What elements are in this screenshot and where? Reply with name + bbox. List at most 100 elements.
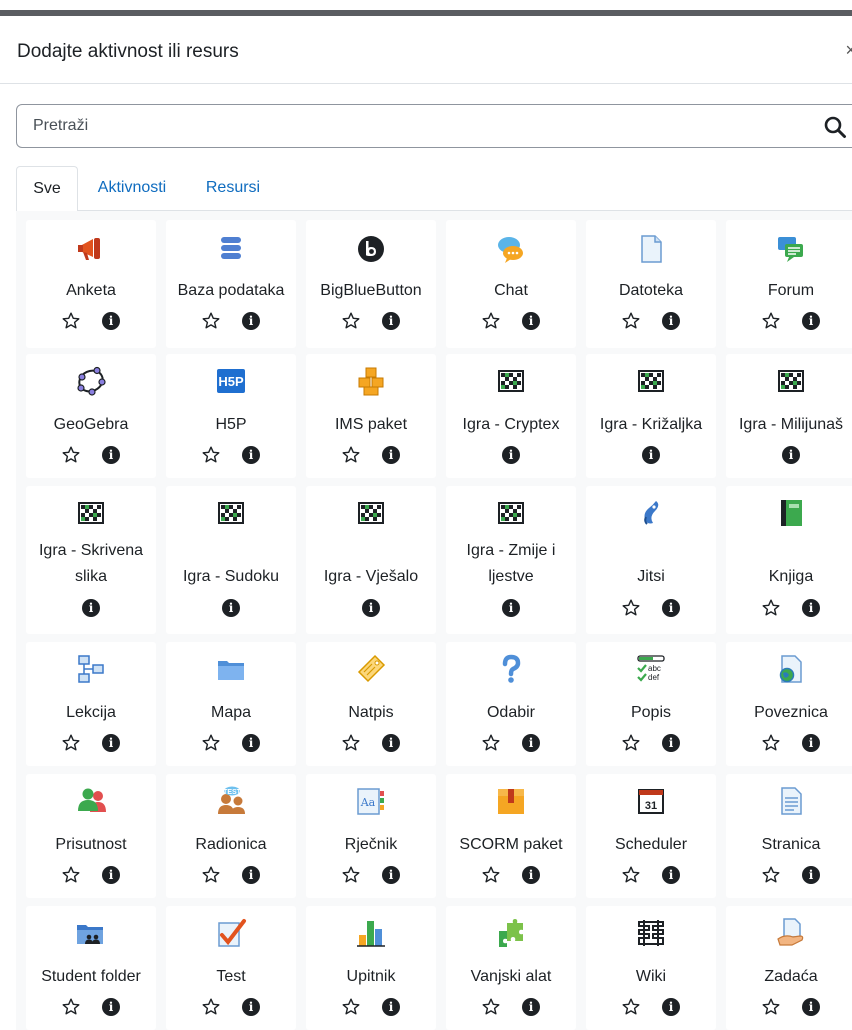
info-icon[interactable]: i [362,599,380,617]
activity-item-upitnik[interactable]: Upitnik i [306,906,436,1030]
info-icon[interactable]: i [102,734,120,752]
info-icon[interactable]: i [102,312,120,330]
activity-item-igra-milijunas[interactable]: Igra - Milijunaš i [726,354,852,478]
star-icon[interactable] [481,733,501,753]
star-icon[interactable] [761,997,781,1017]
activity-item-igra-sudoku[interactable]: Igra - Sudoku i [166,486,296,634]
info-icon[interactable]: i [662,734,680,752]
activity-item-student-folder[interactable]: Student folder i [26,906,156,1030]
info-icon[interactable]: i [662,312,680,330]
info-icon[interactable]: i [522,734,540,752]
star-icon[interactable] [61,311,81,331]
info-icon[interactable]: i [642,446,660,464]
star-icon[interactable] [621,865,641,885]
activity-item-ims-paket[interactable]: IMS paket i [306,354,436,478]
info-icon[interactable]: i [662,866,680,884]
info-icon[interactable]: i [222,599,240,617]
activity-item-igra-cryptex[interactable]: Igra - Cryptex i [446,354,576,478]
info-icon[interactable]: i [802,599,820,617]
info-icon[interactable]: i [242,998,260,1016]
activity-item-test[interactable]: Test i [166,906,296,1030]
activity-item-scheduler[interactable]: 31 Scheduler i [586,774,716,898]
star-icon[interactable] [761,865,781,885]
activity-item-knjiga[interactable]: Knjiga i [726,486,852,634]
info-icon[interactable]: i [242,734,260,752]
star-icon[interactable] [761,733,781,753]
activity-item-baza-podataka[interactable]: Baza podataka i [166,220,296,348]
info-icon[interactable]: i [82,599,100,617]
info-icon[interactable]: i [522,998,540,1016]
star-icon[interactable] [201,865,221,885]
info-icon[interactable]: i [522,312,540,330]
star-icon[interactable] [61,997,81,1017]
star-icon[interactable] [621,311,641,331]
info-icon[interactable]: i [522,866,540,884]
info-icon[interactable]: i [802,312,820,330]
activity-item-bigbluebutton[interactable]: BigBlueButton i [306,220,436,348]
info-icon[interactable]: i [802,866,820,884]
star-icon[interactable] [201,733,221,753]
activity-item-lekcija[interactable]: Lekcija i [26,642,156,766]
activity-item-chat[interactable]: Chat i [446,220,576,348]
info-icon[interactable]: i [102,866,120,884]
activity-item-rjecnik[interactable]: Aa Rječnik i [306,774,436,898]
star-icon[interactable] [61,733,81,753]
activity-item-zadaca[interactable]: Zadaća i [726,906,852,1030]
info-icon[interactable]: i [502,599,520,617]
info-icon[interactable]: i [662,998,680,1016]
star-icon[interactable] [341,997,361,1017]
star-icon[interactable] [201,311,221,331]
activity-item-datoteka[interactable]: Datoteka i [586,220,716,348]
star-icon[interactable] [341,865,361,885]
activity-item-igra-vjesalo[interactable]: Igra - Vješalo i [306,486,436,634]
info-icon[interactable]: i [102,998,120,1016]
close-button[interactable]: × [845,40,852,61]
star-icon[interactable] [481,311,501,331]
activity-item-igra-krizaljka[interactable]: Igra - Križaljka i [586,354,716,478]
activity-item-odabir[interactable]: Odabir i [446,642,576,766]
star-icon[interactable] [341,733,361,753]
activity-item-natpis[interactable]: Natpis i [306,642,436,766]
star-icon[interactable] [341,445,361,465]
activity-item-forum[interactable]: Forum i [726,220,852,348]
star-icon[interactable] [201,997,221,1017]
info-icon[interactable]: i [382,998,400,1016]
info-icon[interactable]: i [382,866,400,884]
star-icon[interactable] [621,733,641,753]
activity-item-igra-skrivena-slika[interactable]: Igra - Skrivena slika i [26,486,156,634]
star-icon[interactable] [341,311,361,331]
info-icon[interactable]: i [242,866,260,884]
activity-item-igra-zmije-i-ljestve[interactable]: Igra - Zmije i ljestve i [446,486,576,634]
activity-item-radionica[interactable]: TEST Radionica i [166,774,296,898]
info-icon[interactable]: i [242,446,260,464]
activity-item-scorm-paket[interactable]: SCORM paket i [446,774,576,898]
info-icon[interactable]: i [662,599,680,617]
activity-item-stranica[interactable]: Stranica i [726,774,852,898]
info-icon[interactable]: i [102,446,120,464]
star-icon[interactable] [481,865,501,885]
activity-item-prisutnost[interactable]: Prisutnost i [26,774,156,898]
star-icon[interactable] [481,997,501,1017]
info-icon[interactable]: i [502,446,520,464]
activity-item-vanjski-alat[interactable]: Vanjski alat i [446,906,576,1030]
activity-item-jitsi[interactable]: Jitsi i [586,486,716,634]
activity-item-wiki[interactable]: Wiki i [586,906,716,1030]
star-icon[interactable] [621,598,641,618]
activity-item-mapa[interactable]: Mapa i [166,642,296,766]
tab-sve[interactable]: Sve [16,166,78,212]
info-icon[interactable]: i [382,446,400,464]
info-icon[interactable]: i [782,446,800,464]
search-input[interactable] [33,115,793,137]
info-icon[interactable]: i [802,734,820,752]
info-icon[interactable]: i [382,734,400,752]
activity-item-geogebra[interactable]: GeoGebra i [26,354,156,478]
info-icon[interactable]: i [382,312,400,330]
tab-aktivnosti[interactable]: Aktivnosti [88,166,176,212]
info-icon[interactable]: i [802,998,820,1016]
activity-item-popis[interactable]: abc def Popis i [586,642,716,766]
activity-item-anketa[interactable]: Anketa i [26,220,156,348]
star-icon[interactable] [201,445,221,465]
info-icon[interactable]: i [242,312,260,330]
activity-item-poveznica[interactable]: Poveznica i [726,642,852,766]
search-icon[interactable] [823,115,847,139]
